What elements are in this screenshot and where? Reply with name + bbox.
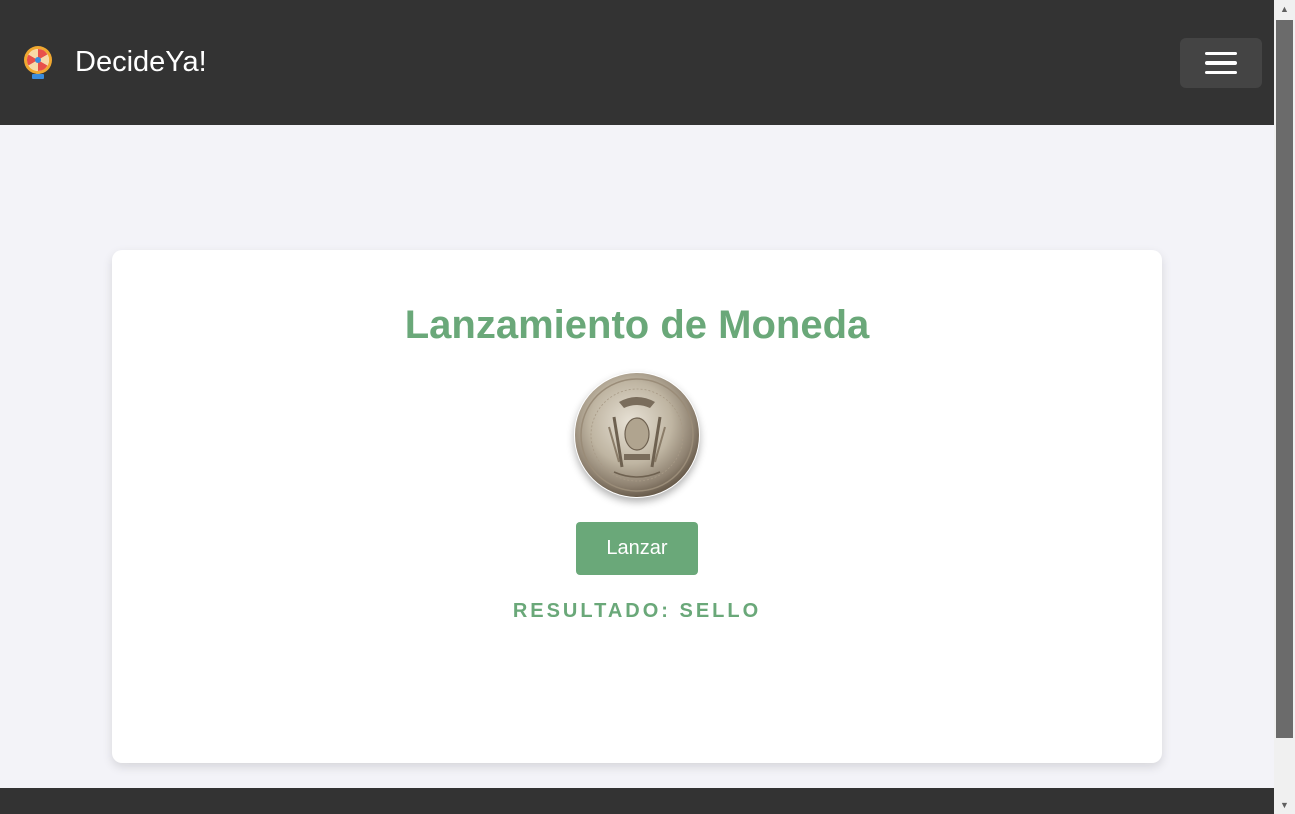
page-title: Lanzamiento de Moneda <box>404 303 870 347</box>
hamburger-line <box>1205 70 1237 75</box>
wheel-of-fortune-icon[interactable] <box>22 45 54 81</box>
hamburger-line <box>1205 51 1237 56</box>
navbar: DecideYa! <box>0 0 1274 125</box>
hamburger-line <box>1205 61 1237 65</box>
coin-image <box>575 373 699 497</box>
toss-button[interactable]: Lanzar <box>576 522 698 575</box>
coin-toss-card: Lanzamiento de Moneda Lanzar RESULTADO: … <box>112 250 1162 763</box>
menu-toggle-button[interactable] <box>1180 38 1262 88</box>
vertical-scrollbar[interactable]: ▲ ▼ <box>1274 0 1295 814</box>
scrollbar-thumb[interactable] <box>1276 20 1293 738</box>
scroll-down-arrow-icon[interactable]: ▼ <box>1274 796 1295 814</box>
scroll-up-arrow-icon[interactable]: ▲ <box>1274 0 1295 18</box>
result-text: RESULTADO: SELLO <box>512 600 762 622</box>
brand-name[interactable]: DecideYa! <box>75 44 207 80</box>
footer <box>0 788 1274 814</box>
